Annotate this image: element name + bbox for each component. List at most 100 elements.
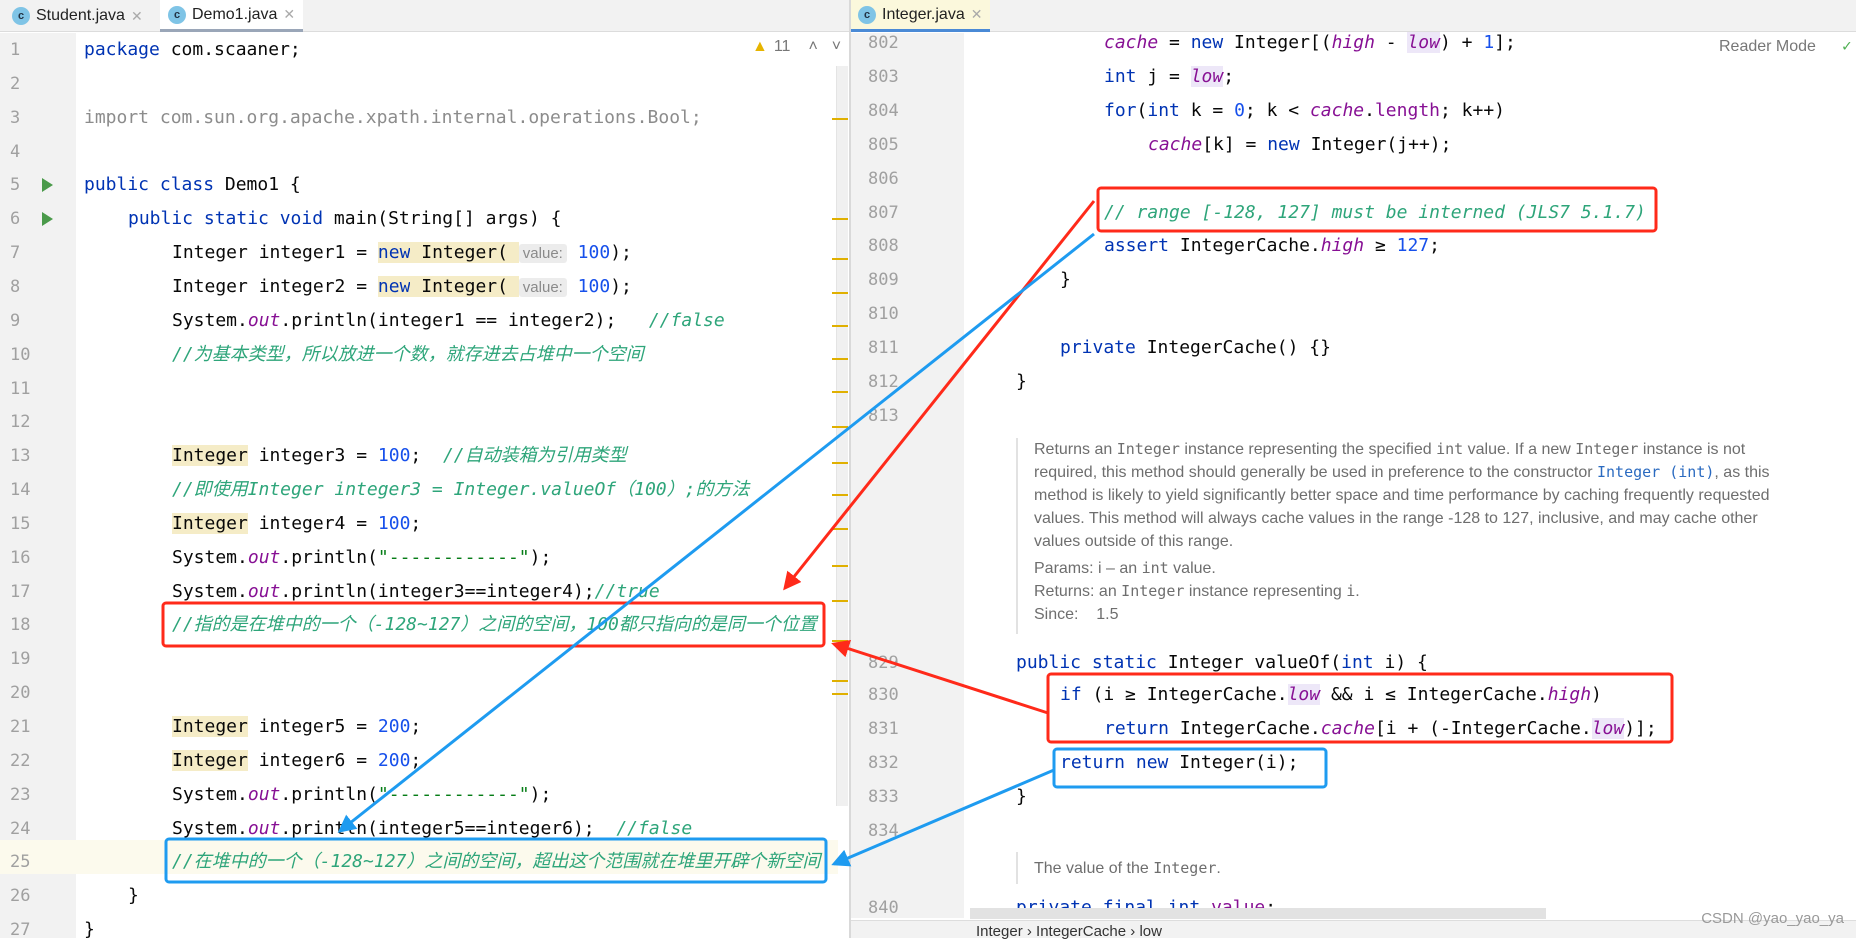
check-icon: ✓: [1842, 36, 1852, 55]
code-line[interactable]: int j = low;: [1104, 60, 1234, 94]
code-line[interactable]: }: [1016, 780, 1027, 814]
warning-mark[interactable]: [832, 118, 848, 120]
code-line[interactable]: private IntegerCache() {}: [1060, 331, 1331, 365]
code-line[interactable]: public static void main(String[] args) {: [128, 202, 562, 236]
code-token: Demo1 {: [214, 174, 301, 196]
close-icon[interactable]: ✕: [283, 6, 295, 23]
code-token: Integer(: [410, 242, 519, 264]
warning-mark[interactable]: [832, 640, 848, 642]
warning-mark[interactable]: [832, 292, 848, 294]
code-line[interactable]: }: [128, 879, 139, 913]
warning-mark[interactable]: [832, 258, 848, 260]
code-token: i) {: [1373, 652, 1428, 673]
javadoc-value: The value of the Integer.: [1016, 852, 1221, 884]
line-number: 1: [10, 40, 21, 60]
warning-mark[interactable]: [832, 680, 848, 682]
line-number: 26: [10, 886, 31, 907]
code-token: high: [1320, 235, 1365, 257]
close-icon[interactable]: ✕: [971, 6, 983, 23]
chevron-down-icon[interactable]: ˅: [832, 38, 841, 56]
warning-mark[interactable]: [832, 358, 848, 360]
code-token: main(String[] args) {: [323, 208, 562, 230]
reader-mode-button[interactable]: Reader Mode: [1719, 38, 1816, 56]
code-token: Integer integer2 =: [172, 275, 378, 297]
code-token: System.: [172, 783, 248, 805]
warning-mark[interactable]: [832, 391, 848, 393]
code-line[interactable]: if (i ≥ IntegerCache.low && i ≤ IntegerC…: [1060, 678, 1602, 712]
warning-mark[interactable]: [832, 426, 848, 428]
code-token: );: [529, 546, 552, 568]
breadcrumb-item[interactable]: Integer: [976, 923, 1023, 940]
code-line[interactable]: System.out.println("------------");: [172, 778, 551, 812]
run-icon[interactable]: [42, 212, 53, 227]
warning-mark[interactable]: [832, 528, 848, 530]
code-line[interactable]: cache = new Integer[(high - low) + 1];: [1104, 26, 1516, 60]
breadcrumb-item[interactable]: low: [1139, 923, 1162, 940]
horizontal-scrollbar[interactable]: [970, 908, 1546, 919]
code-token: Integer integer1 =: [172, 242, 378, 264]
code-line[interactable]: //即使用Integer integer3 = Integer.valueOf（…: [172, 473, 749, 507]
code-line[interactable]: }: [1060, 263, 1071, 297]
chevron-up-icon[interactable]: ˄: [808, 38, 817, 56]
tab-demo1-java[interactable]: c Demo1.java ✕: [160, 0, 304, 32]
code-line[interactable]: System.out.println("------------");: [172, 541, 551, 575]
code-line[interactable]: //在堆中的一个（-128~127）之间的空间，超出这个范围就在堆里开辟个新空间: [172, 845, 820, 879]
code-line[interactable]: public static Integer valueOf(int i) {: [1016, 646, 1428, 680]
code-token: int: [1104, 65, 1137, 87]
line-number: 13: [10, 446, 31, 467]
line-number: 834: [868, 821, 899, 841]
code-line[interactable]: System.out.println(integer5==integer6); …: [172, 812, 692, 846]
warning-mark[interactable]: [832, 565, 848, 567]
warning-mark[interactable]: [832, 325, 848, 327]
code-line[interactable]: assert IntegerCache.high ≥ 127;: [1104, 229, 1440, 263]
warning-mark[interactable]: [832, 693, 848, 695]
run-icon[interactable]: [42, 178, 53, 193]
line-number: 19: [10, 649, 31, 670]
warnings-indicator[interactable]: ▲ 11 ˄ ˅: [752, 38, 841, 56]
code-token: out: [247, 546, 281, 568]
code-line[interactable]: System.out.println(integer3==integer4);/…: [172, 575, 660, 609]
code-token: integer6 =: [247, 749, 378, 771]
code-token: import com.sun.org.apache.xpath.internal…: [84, 106, 702, 128]
code-token: //false: [616, 817, 693, 839]
code-token: out: [247, 580, 281, 602]
code-line[interactable]: public class Demo1 {: [84, 168, 301, 202]
warning-mark[interactable]: [832, 462, 848, 464]
code-token: 200: [377, 749, 411, 771]
code-token: //指的是在堆中的一个（-128~127）之间的空间，100都只指向的是同一个位…: [172, 614, 817, 636]
warning-mark[interactable]: [832, 218, 848, 220]
code-line[interactable]: Integer integer2 = new Integer( value: 1…: [172, 270, 632, 304]
warning-mark[interactable]: [832, 494, 848, 496]
javadoc-link[interactable]: Integer (int): [1597, 463, 1714, 481]
code-line[interactable]: Integer integer3 = 100; //自动装箱为引用类型: [172, 439, 627, 473]
code-line[interactable]: return new Integer(i);: [1060, 746, 1298, 780]
tab-student-java[interactable]: c Student.java ✕: [4, 0, 151, 32]
code-line[interactable]: package com.scaaner;: [84, 33, 301, 67]
code-line[interactable]: //指的是在堆中的一个（-128~127）之间的空间，100都只指向的是同一个位…: [172, 608, 817, 642]
code-line[interactable]: }: [1016, 365, 1027, 399]
code-line[interactable]: System.out.println(integer1 == integer2)…: [172, 304, 725, 338]
code-token: -: [1374, 32, 1408, 53]
watermark: CSDN @yao_yao_ya: [1701, 910, 1844, 927]
breadcrumb-item[interactable]: IntegerCache: [1036, 923, 1126, 940]
c-class-icon: c: [858, 5, 876, 24]
warning-mark[interactable]: [832, 600, 848, 602]
close-icon[interactable]: ✕: [131, 8, 143, 25]
left-scrollbar[interactable]: [836, 66, 848, 806]
code-line[interactable]: import com.sun.org.apache.xpath.internal…: [84, 101, 702, 135]
code-line[interactable]: Integer integer6 = 200;: [172, 744, 421, 778]
code-line[interactable]: }: [84, 913, 95, 947]
code-line[interactable]: return IntegerCache.cache[i + (-IntegerC…: [1104, 712, 1657, 746]
code-line[interactable]: //为基本类型，所以放进一个数，就存进去占堆中一个空间: [172, 338, 644, 372]
code-line[interactable]: cache[k] = new Integer(j++);: [1148, 128, 1451, 162]
inlay-hint: value:: [518, 244, 567, 264]
code-line[interactable]: Integer integer1 = new Integer( value: 1…: [172, 236, 632, 270]
code-line[interactable]: for(int k = 0; k < cache.length; k++): [1104, 94, 1505, 128]
code-line[interactable]: Integer integer4 = 100;: [172, 507, 421, 541]
code-line[interactable]: Integer integer5 = 200;: [172, 710, 421, 744]
code-token: Integer[(: [1223, 32, 1332, 53]
code-token: )];: [1624, 718, 1657, 739]
tab-label: Integer.java: [882, 5, 965, 23]
code-token: //在堆中的一个（-128~127）之间的空间，超出这个范围就在堆里开辟个新空间: [172, 851, 821, 873]
code-line[interactable]: // range [-128, 127] must be interned (J…: [1104, 196, 1646, 230]
